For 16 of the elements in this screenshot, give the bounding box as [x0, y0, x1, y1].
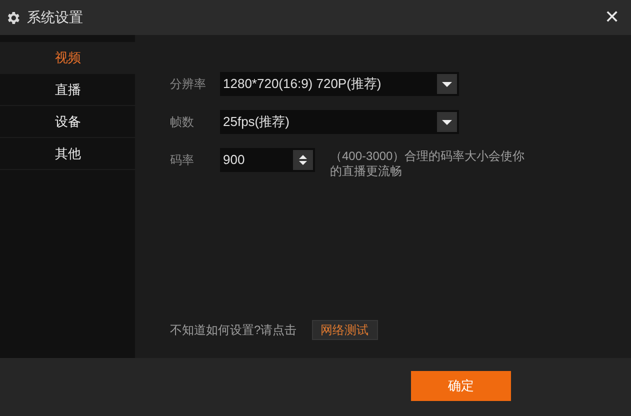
close-button[interactable]: ✕ [600, 6, 624, 30]
caret-icon[interactable] [437, 112, 457, 132]
field-label: 码率 [170, 152, 195, 169]
network-test-button[interactable]: 网络测试 [312, 320, 378, 340]
dropdown[interactable]: 1280*720(16:9) 720P(推荐) [220, 72, 459, 96]
dropdown[interactable]: 25fps(推荐) [220, 110, 459, 134]
sidebar-tab[interactable]: 视频 [0, 42, 135, 74]
help-text: 不知道如何设置?请点击 [170, 322, 297, 339]
caret-icon[interactable] [437, 74, 457, 94]
settings-icon [5, 10, 21, 26]
field-label: 帧数 [170, 114, 195, 131]
hint-text: （400-3000）合理的码率大小会使你的直播更流畅 [330, 148, 526, 179]
number-field[interactable]: 900 [220, 148, 315, 172]
field-label: 分辨率 [170, 76, 207, 93]
spinner-arrows-icon[interactable] [293, 150, 313, 170]
window-title: 系统设置 [27, 8, 83, 27]
